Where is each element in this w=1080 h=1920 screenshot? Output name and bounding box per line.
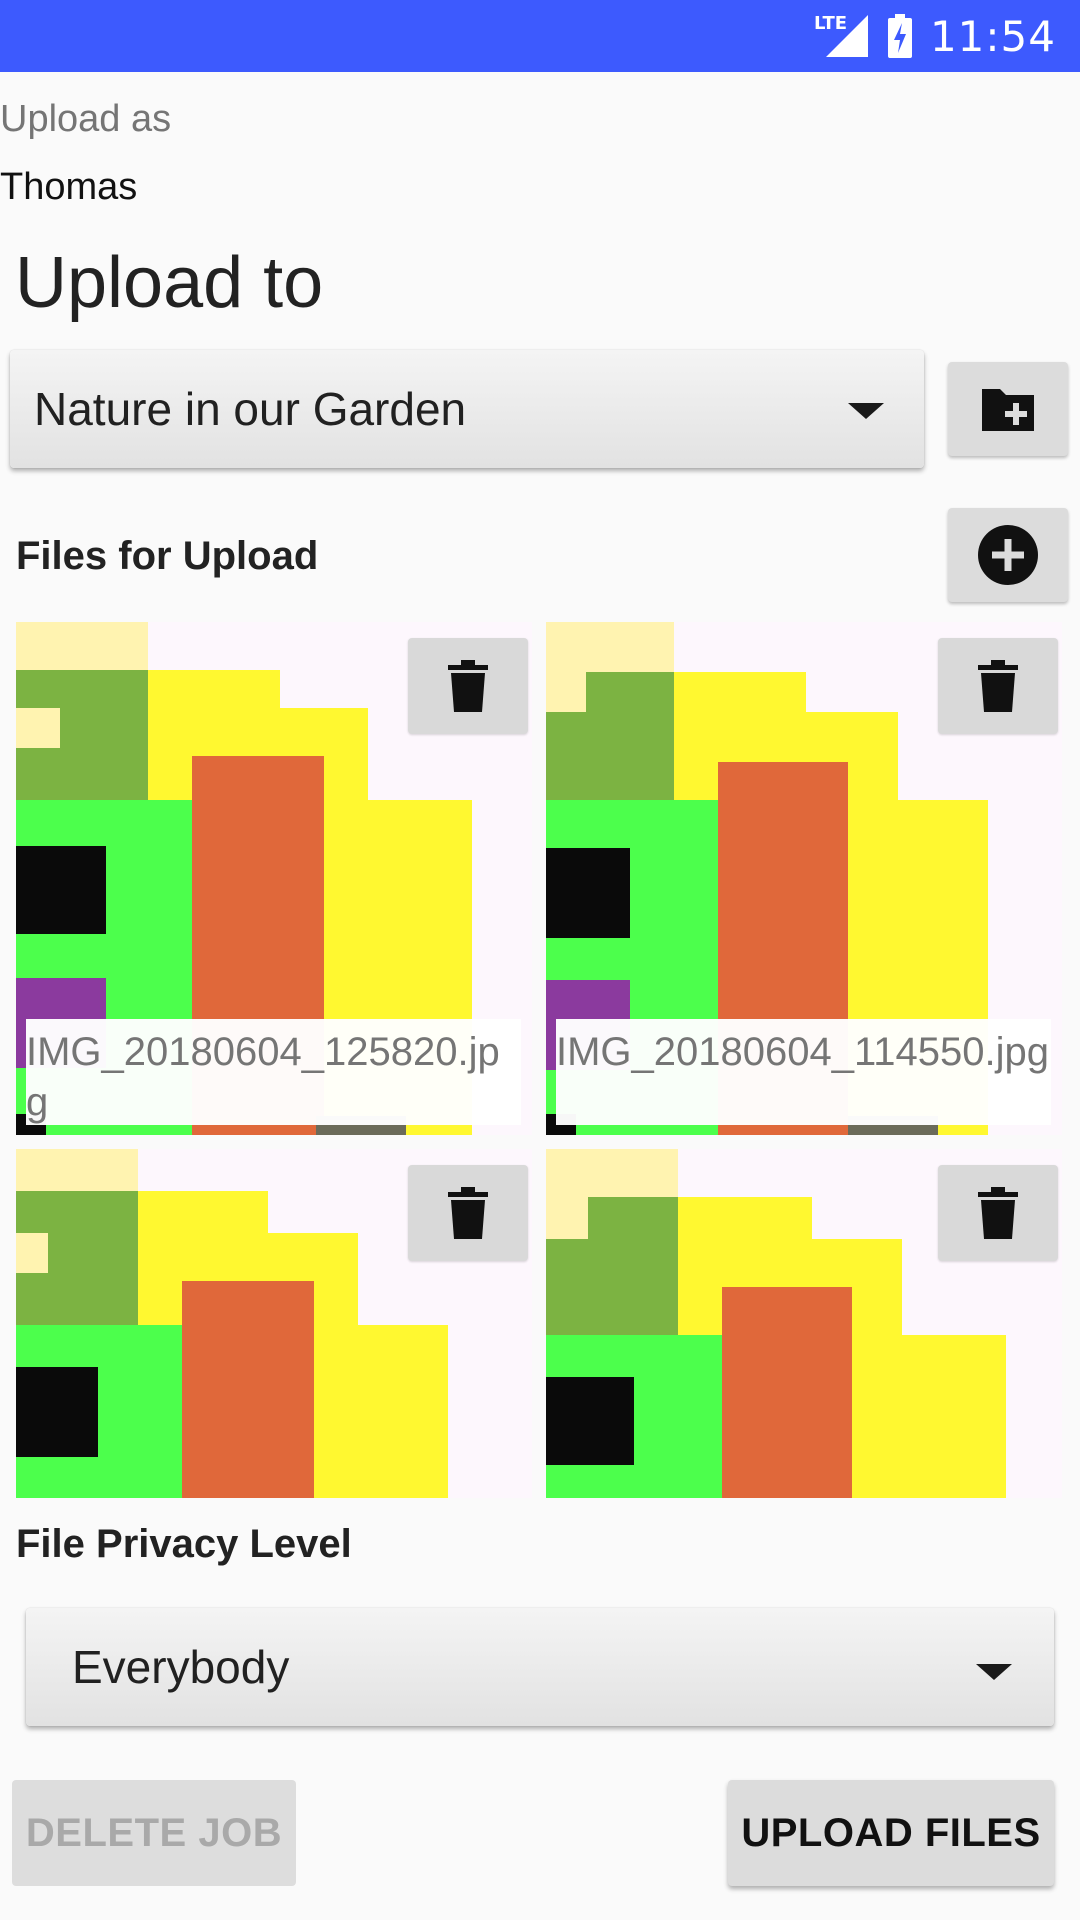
file-name: IMG_20180604_125820.jpg — [26, 1019, 521, 1125]
file-tile[interactable] — [16, 1149, 532, 1498]
add-files-button[interactable] — [948, 508, 1068, 602]
new-folder-button[interactable] — [948, 362, 1068, 456]
trash-icon — [978, 660, 1018, 712]
status-bar: LTE 11:54 — [0, 0, 1080, 72]
dropdown-arrow-icon — [976, 1664, 1012, 1680]
delete-job-button[interactable]: DELETE JOB — [12, 1780, 296, 1886]
delete-file-button[interactable] — [938, 638, 1058, 734]
file-privacy-level-heading: File Privacy Level — [16, 1522, 352, 1566]
privacy-level-value: Everybody — [72, 1641, 290, 1693]
delete-file-button[interactable] — [408, 638, 528, 734]
file-name: IMG_20180604_114550.jpg — [556, 1019, 1051, 1125]
battery-charging-icon — [887, 14, 912, 58]
clock: 11:54 — [929, 11, 1056, 61]
trash-icon — [448, 660, 488, 712]
files-for-upload-heading: Files for Upload — [16, 534, 319, 578]
lte-signal-icon: LTE — [814, 13, 870, 59]
upload-as-label: Upload as — [0, 98, 172, 140]
files-grid: IMG_20180604_125820.jpg IMG_20180604_114… — [16, 622, 1062, 1498]
file-tile[interactable]: IMG_20180604_125820.jpg — [16, 622, 532, 1135]
privacy-level-dropdown[interactable]: Everybody — [26, 1608, 1054, 1726]
delete-file-button[interactable] — [408, 1165, 528, 1261]
delete-file-button[interactable] — [938, 1165, 1058, 1261]
upload-to-heading: Upload to — [15, 243, 324, 323]
user-name: Thomas — [0, 166, 138, 208]
upload-files-button[interactable]: UPLOAD FILES — [728, 1780, 1054, 1886]
file-tile[interactable] — [546, 1149, 1062, 1498]
add-circle-icon — [978, 525, 1038, 585]
trash-icon — [448, 1187, 488, 1239]
gallery-dropdown[interactable]: Nature in our Garden — [10, 350, 924, 468]
file-tile[interactable]: IMG_20180604_114550.jpg — [546, 622, 1062, 1135]
dropdown-arrow-icon — [848, 403, 884, 419]
create-folder-icon — [982, 389, 1034, 431]
gallery-dropdown-value: Nature in our Garden — [34, 383, 467, 435]
status-icons: LTE 11:54 — [814, 0, 1056, 72]
trash-icon — [978, 1187, 1018, 1239]
